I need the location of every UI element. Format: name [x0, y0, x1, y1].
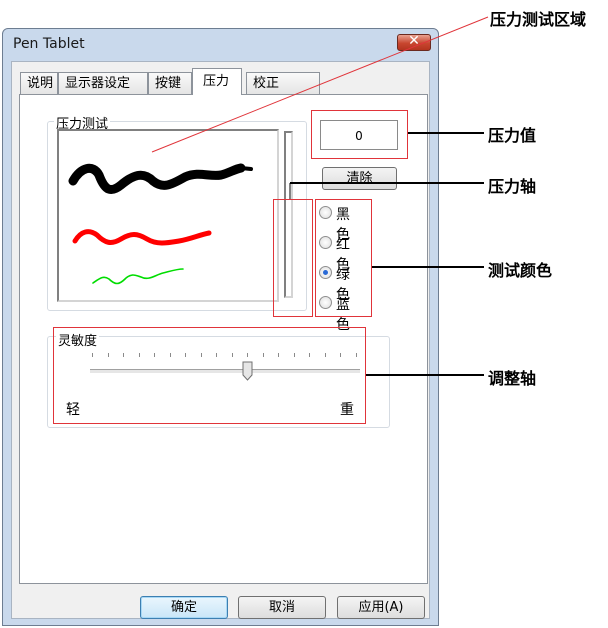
- annotation-lines: [151, 16, 489, 376]
